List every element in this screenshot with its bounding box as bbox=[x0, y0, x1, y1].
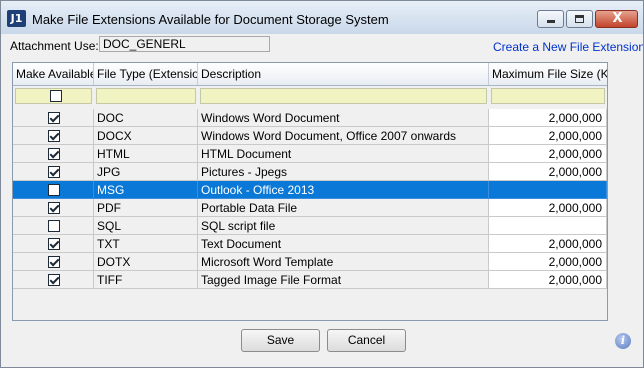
column-header-make-available[interactable]: Make Available bbox=[13, 63, 94, 85]
make-available-checkbox[interactable] bbox=[48, 220, 60, 232]
close-icon: X bbox=[612, 11, 623, 26]
make-available-cell bbox=[13, 199, 94, 217]
max-size-cell[interactable]: 2,000,000 bbox=[489, 127, 607, 145]
file-type-cell[interactable]: JPG bbox=[94, 163, 198, 181]
title-bar[interactable]: J1 Make File Extensions Available for Do… bbox=[1, 1, 643, 34]
max-size-cell[interactable] bbox=[489, 181, 607, 199]
file-type-cell[interactable]: DOTX bbox=[94, 253, 198, 271]
make-available-cell bbox=[13, 235, 94, 253]
filter-row bbox=[13, 86, 607, 106]
file-type-cell[interactable]: DOCX bbox=[94, 127, 198, 145]
filter-max-size[interactable] bbox=[491, 88, 605, 104]
description-cell[interactable]: SQL script file bbox=[198, 217, 489, 235]
description-cell[interactable]: Windows Word Document, Office 2007 onwar… bbox=[198, 127, 489, 145]
description-cell[interactable]: Portable Data File bbox=[198, 199, 489, 217]
description-cell[interactable]: Windows Word Document bbox=[198, 109, 489, 127]
make-available-checkbox[interactable] bbox=[48, 202, 60, 214]
table-row[interactable]: TIFF Tagged Image File Format 2,000,000 bbox=[13, 271, 607, 289]
table-row[interactable]: DOC Windows Word Document 2,000,000 bbox=[13, 109, 607, 127]
file-type-cell[interactable]: DOC bbox=[94, 109, 198, 127]
table-row[interactable]: TXT Text Document 2,000,000 bbox=[13, 235, 607, 253]
max-size-cell[interactable]: 2,000,000 bbox=[489, 145, 607, 163]
make-available-checkbox[interactable] bbox=[48, 112, 60, 124]
max-size-cell[interactable]: 2,000,000 bbox=[489, 109, 607, 127]
table-row[interactable]: SQL SQL script file bbox=[13, 217, 607, 235]
make-available-cell bbox=[13, 181, 94, 199]
max-size-cell[interactable]: 2,000,000 bbox=[489, 253, 607, 271]
max-size-cell[interactable]: 2,000,000 bbox=[489, 163, 607, 181]
make-available-cell bbox=[13, 271, 94, 289]
filter-file-type[interactable] bbox=[96, 88, 196, 104]
minimize-button[interactable] bbox=[537, 10, 564, 28]
file-type-cell[interactable]: TXT bbox=[94, 235, 198, 253]
file-type-cell[interactable]: MSG bbox=[94, 181, 198, 199]
description-cell[interactable]: Microsoft Word Template bbox=[198, 253, 489, 271]
make-available-checkbox[interactable] bbox=[48, 274, 60, 286]
file-type-cell[interactable]: SQL bbox=[94, 217, 198, 235]
max-size-cell[interactable] bbox=[489, 217, 607, 235]
file-type-cell[interactable]: TIFF bbox=[94, 271, 198, 289]
save-button[interactable]: Save bbox=[241, 329, 320, 352]
filter-checkbox[interactable] bbox=[50, 90, 62, 102]
file-extension-grid: Make Available File Type (Extension) Des… bbox=[12, 62, 608, 321]
maximize-icon bbox=[575, 15, 584, 23]
column-header-file-type[interactable]: File Type (Extension) bbox=[94, 63, 198, 85]
filter-description[interactable] bbox=[200, 88, 487, 104]
make-available-cell bbox=[13, 217, 94, 235]
filter-make-available[interactable] bbox=[15, 88, 92, 104]
make-available-checkbox[interactable] bbox=[48, 166, 60, 178]
make-available-cell bbox=[13, 253, 94, 271]
description-cell[interactable]: Pictures - Jpegs bbox=[198, 163, 489, 181]
table-row[interactable]: DOTX Microsoft Word Template 2,000,000 bbox=[13, 253, 607, 271]
table-row[interactable]: HTML HTML Document 2,000,000 bbox=[13, 145, 607, 163]
dialog-window: J1 Make File Extensions Available for Do… bbox=[0, 0, 644, 368]
table-row[interactable]: JPG Pictures - Jpegs 2,000,000 bbox=[13, 163, 607, 181]
make-available-checkbox[interactable] bbox=[48, 148, 60, 160]
make-available-cell bbox=[13, 145, 94, 163]
attachment-use-field[interactable]: DOC_GENERL bbox=[99, 36, 270, 52]
minimize-icon bbox=[547, 20, 555, 23]
table-row[interactable]: PDF Portable Data File 2,000,000 bbox=[13, 199, 607, 217]
description-cell[interactable]: HTML Document bbox=[198, 145, 489, 163]
file-type-cell[interactable]: HTML bbox=[94, 145, 198, 163]
description-cell[interactable]: Outlook - Office 2013 bbox=[198, 181, 489, 199]
close-button[interactable]: X bbox=[595, 10, 638, 28]
maximize-button[interactable] bbox=[566, 10, 593, 28]
info-icon[interactable]: i bbox=[615, 333, 631, 349]
app-icon: J1 bbox=[7, 10, 26, 27]
make-available-cell bbox=[13, 163, 94, 181]
make-available-checkbox[interactable] bbox=[48, 184, 60, 196]
description-cell[interactable]: Text Document bbox=[198, 235, 489, 253]
column-header-description[interactable]: Description bbox=[198, 63, 489, 85]
description-cell[interactable]: Tagged Image File Format bbox=[198, 271, 489, 289]
window-title: Make File Extensions Available for Docum… bbox=[32, 12, 389, 27]
make-available-checkbox[interactable] bbox=[48, 238, 60, 250]
make-available-checkbox[interactable] bbox=[48, 256, 60, 268]
grid-header: Make Available File Type (Extension) Des… bbox=[13, 63, 607, 86]
max-size-cell[interactable]: 2,000,000 bbox=[489, 235, 607, 253]
create-file-extension-link[interactable]: Create a New File Extension bbox=[493, 40, 643, 54]
make-available-cell bbox=[13, 127, 94, 145]
make-available-checkbox[interactable] bbox=[48, 130, 60, 142]
column-header-max-size[interactable]: Maximum File Size (KB) bbox=[489, 63, 607, 85]
cancel-button[interactable]: Cancel bbox=[327, 329, 406, 352]
max-size-cell[interactable]: 2,000,000 bbox=[489, 271, 607, 289]
attachment-use-label: Attachment Use: bbox=[10, 39, 99, 53]
make-available-cell bbox=[13, 109, 94, 127]
table-row[interactable]: MSG Outlook - Office 2013 bbox=[13, 181, 607, 199]
table-row[interactable]: DOCX Windows Word Document, Office 2007 o… bbox=[13, 127, 607, 145]
file-type-cell[interactable]: PDF bbox=[94, 199, 198, 217]
max-size-cell[interactable]: 2,000,000 bbox=[489, 199, 607, 217]
